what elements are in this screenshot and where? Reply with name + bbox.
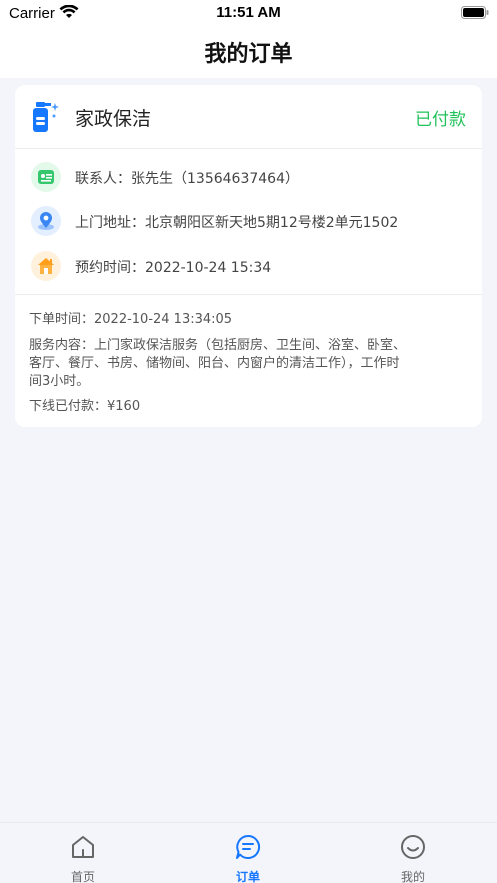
service-content-line-3: 间3小时。 <box>29 374 90 389</box>
order-time-label: 下单时间：2022-10-24 13:34:05 <box>29 312 233 327</box>
appointment-time-label: 预约时间：2022-10-24 15:34 <box>75 260 272 276</box>
house-icon <box>31 251 61 281</box>
service-content-line-2: 客厅、餐厅、书房、储物间、阳台、内窗户的清洁工作），工作时 <box>29 356 400 371</box>
contact-row: 联系人：张先生（13564637464） <box>15 162 482 198</box>
order-status-badge: 已付款 <box>415 110 466 130</box>
service-content-line-1: 服务内容：上门家政保洁服务（包括厨房、卫生间、浴室、卧室、 <box>29 338 407 353</box>
order-chat-icon <box>236 834 261 859</box>
address-label: 上门地址：北京朝阳区新天地5期12号楼2单元1502 <box>75 215 399 231</box>
page-title: 我的订单 <box>204 42 293 67</box>
order-info-section: 联系人：张先生（13564637464） 上门地址：北京朝阳区新天地5期12号楼… <box>15 149 482 295</box>
order-detail-section: 下单时间：2022-10-24 13:34:05 服务内容：上门家政保洁服务（包… <box>15 295 482 427</box>
appointment-row: 预约时间：2022-10-24 15:34 <box>15 251 482 287</box>
order-card[interactable]: 家政保洁 已付款 联系人：张先生（13564637464） 上门地址：北京朝阳区… <box>15 85 482 427</box>
address-row: 上门地址：北京朝阳区新天地5期12号楼2单元1502 <box>15 206 482 242</box>
status-bar: Carrier 11:51 AM <box>0 0 497 26</box>
tab-orders-label: 订单 <box>235 870 260 883</box>
smile-icon <box>401 835 425 859</box>
contact-label: 联系人：张先生（13564637464） <box>75 171 299 187</box>
status-time: 11:51 AM <box>216 4 281 21</box>
order-card-header: 家政保洁 已付款 <box>15 85 482 149</box>
cleaning-spray-icon <box>33 102 59 132</box>
tab-profile-label: 我的 <box>400 870 425 883</box>
location-pin-icon <box>31 206 61 236</box>
home-icon <box>72 836 94 858</box>
navigation-bar: 我的订单 <box>0 26 497 78</box>
tab-profile[interactable]: 我的 <box>383 833 443 883</box>
payment-label: 下线已付款：¥160 <box>29 399 141 414</box>
tab-home[interactable]: 首页 <box>53 833 113 883</box>
contact-card-icon <box>31 162 61 192</box>
battery-icon <box>461 6 489 19</box>
service-name: 家政保洁 <box>75 108 152 130</box>
tab-orders[interactable]: 订单 <box>218 833 278 883</box>
tab-home-label: 首页 <box>70 870 95 883</box>
tab-bar: 首页 订单 我的 <box>0 822 497 883</box>
